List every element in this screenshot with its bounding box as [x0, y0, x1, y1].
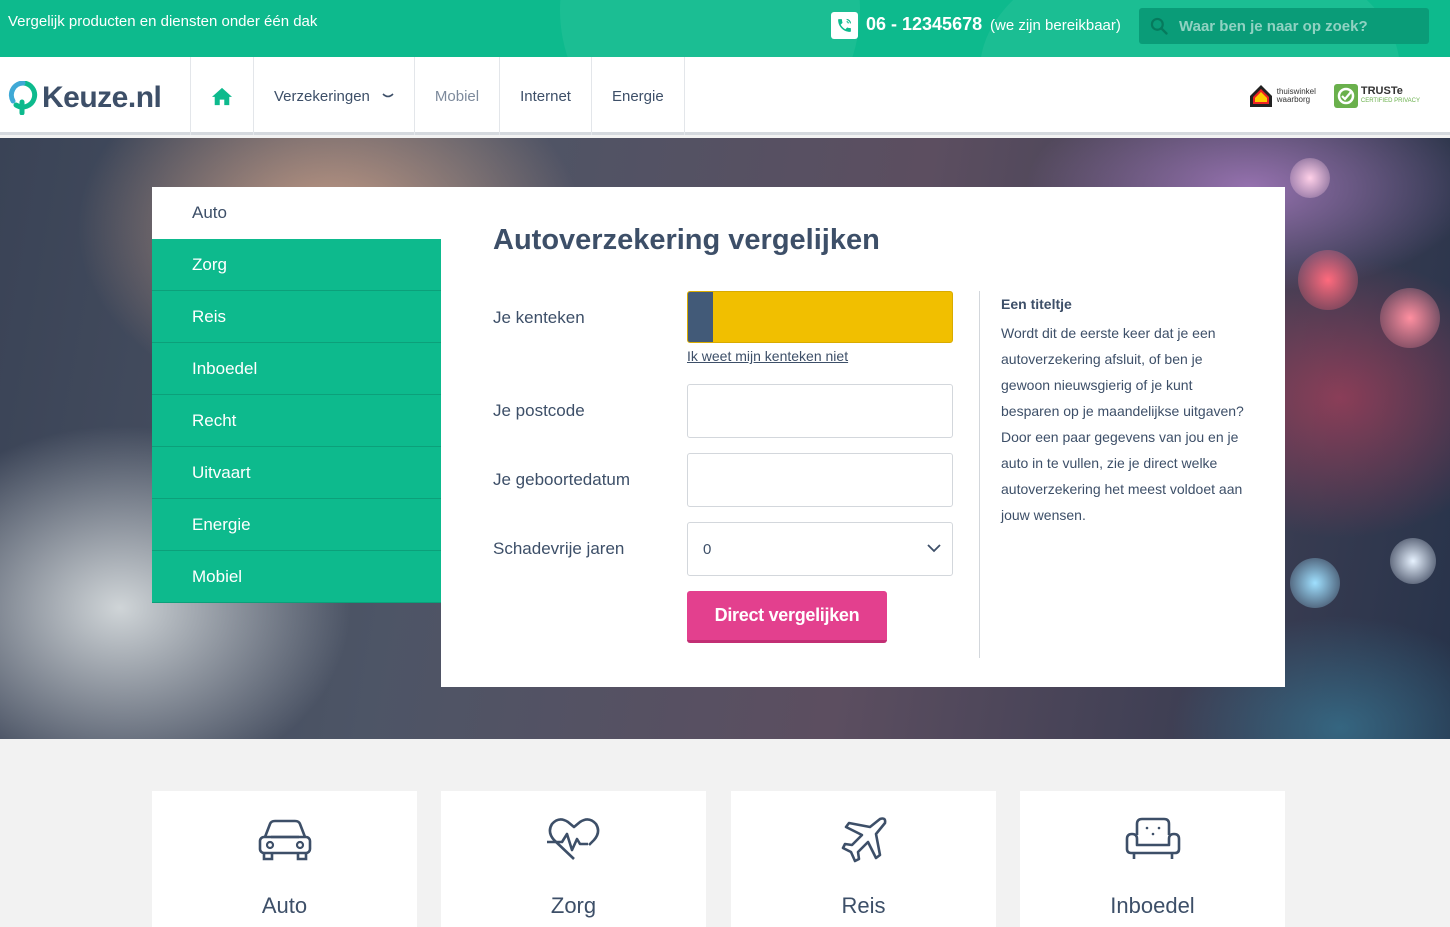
chevron-down-icon	[382, 93, 394, 98]
phone-icon	[831, 12, 858, 39]
product-card-label: Auto	[261, 893, 308, 918]
product-card-inboedel[interactable]: Inboedel	[1020, 791, 1285, 927]
logo-pin-icon	[8, 81, 38, 115]
compare-submit-button[interactable]: Direct vergelijken	[687, 591, 887, 643]
product-card-reis[interactable]: Reis	[731, 791, 996, 927]
search-box[interactable]	[1139, 8, 1429, 44]
main-nav: Keuze.nl Verzekeringen Mobiel Internet E…	[0, 57, 1450, 135]
nav-list: Verzekeringen Mobiel Internet Energie	[190, 57, 685, 135]
kenteken-label: Je kenteken	[493, 308, 585, 327]
nav-home[interactable]	[190, 57, 253, 135]
geboortedatum-label: Je geboortedatum	[493, 470, 631, 489]
thuiswinkel-badge[interactable]: thuiswinkel waarborg	[1248, 83, 1316, 109]
unknown-kenteken-link[interactable]: Ik weet mijn kenteken niet	[687, 348, 848, 364]
schadevrij-label: Schadevrije jaren	[493, 539, 625, 558]
decorative-swirl	[560, 0, 860, 57]
logo-main: Keuze	[42, 81, 128, 114]
nav-internet[interactable]: Internet	[499, 57, 591, 135]
home-icon	[212, 87, 232, 106]
phone-number[interactable]: 06 - 12345678	[866, 14, 982, 35]
nav-energie[interactable]: Energie	[590, 57, 685, 135]
schadevrij-select[interactable]: 0	[687, 522, 953, 576]
product-card-label: Zorg	[550, 893, 597, 918]
logo-tld: .nl	[127, 81, 162, 114]
sofa-icon	[1020, 815, 1285, 865]
bokeh-light	[1390, 538, 1436, 584]
heartbeat-icon	[441, 815, 706, 865]
product-card-label: Inboedel	[1110, 893, 1195, 918]
truste-sub: CERTIFIED PRIVACY	[1360, 98, 1420, 104]
nav-verzekeringen[interactable]: Verzekeringen	[253, 57, 414, 135]
phone-availability: (we zijn bereikbaar)	[990, 17, 1121, 34]
nav-verzekeringen-label: Verzekeringen	[274, 87, 370, 105]
tab-recht[interactable]: Recht	[152, 395, 441, 447]
truste-badge[interactable]: TRUSTe CERTIFIED PRIVACY	[1333, 84, 1420, 108]
nav-mobiel[interactable]: Mobiel	[413, 57, 499, 135]
kenteken-input[interactable]	[718, 292, 948, 342]
tab-inboedel[interactable]: Inboedel	[152, 343, 441, 395]
tab-auto[interactable]: Auto	[152, 187, 441, 239]
truste-text: TRUSTe CERTIFIED PRIVACY	[1361, 86, 1420, 106]
tagline: Vergelijk producten en diensten onder éé…	[8, 13, 318, 30]
truste-check-icon	[1333, 84, 1358, 108]
bokeh-light	[1380, 288, 1440, 348]
bokeh-light	[1298, 250, 1358, 310]
schadevrij-value: 0	[703, 540, 712, 558]
logo[interactable]: Keuze.nl	[8, 81, 162, 115]
plate-eu-strip	[688, 292, 713, 342]
tab-energie[interactable]: Energie	[152, 499, 441, 551]
divider	[979, 291, 980, 658]
tab-reis[interactable]: Reis	[152, 291, 441, 343]
product-card-zorg[interactable]: Zorg	[441, 791, 706, 927]
trust-badges: thuiswinkel waarborg TRUSTe CERTIFIED PRIV…	[1248, 83, 1420, 109]
airplane-icon	[731, 815, 996, 865]
chevron-down-icon	[927, 544, 941, 553]
postcode-input[interactable]	[687, 384, 953, 438]
search-icon	[1150, 17, 1168, 35]
tab-zorg[interactable]: Zorg	[152, 239, 441, 291]
product-card-label: Reis	[841, 893, 886, 918]
thuiswinkel-text: thuiswinkel waarborg	[1277, 88, 1316, 104]
search-input[interactable]	[1179, 17, 1419, 35]
info-text: Wordt dit de eerste keer dat je een auto…	[1001, 325, 1244, 523]
product-card-auto[interactable]: Auto	[152, 791, 417, 927]
form-title: Autoverzekering vergelijken	[493, 224, 880, 256]
kenteken-plate[interactable]	[687, 291, 953, 343]
tab-uitvaart[interactable]: Uitvaart	[152, 447, 441, 499]
geboortedatum-input[interactable]	[687, 453, 953, 507]
car-icon	[152, 815, 417, 865]
bokeh-light	[1290, 558, 1340, 608]
bokeh-light	[1290, 158, 1330, 198]
category-tabs: Auto Zorg Reis Inboedel Recht Uitvaart E…	[152, 187, 441, 603]
top-bar: Vergelijk producten en diensten onder éé…	[0, 0, 1450, 57]
compare-form-card: Autoverzekering vergelijken Je kenteken …	[441, 187, 1285, 687]
thuiswinkel-house-icon	[1249, 85, 1272, 107]
logo-text: Keuze.nl	[42, 81, 162, 115]
info-title: Een titeltje	[1001, 296, 1072, 312]
thuiswinkel-line2: waarborg	[1276, 95, 1311, 104]
postcode-label: Je postcode	[493, 401, 585, 420]
tab-mobiel[interactable]: Mobiel	[152, 551, 441, 603]
